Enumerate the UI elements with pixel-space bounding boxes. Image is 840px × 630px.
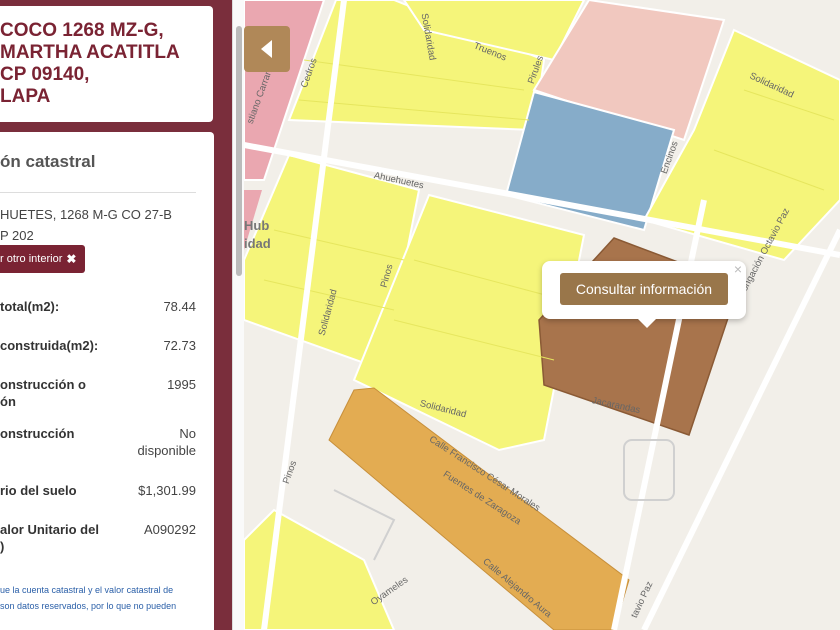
row-value: 1995 bbox=[167, 377, 196, 392]
info-address-line: HUETES, 1268 M-G CO 27-B bbox=[0, 207, 172, 222]
info-address: HUETES, 1268 M-G CO 27-B P 202 bbox=[0, 204, 172, 246]
close-icon: ✖ bbox=[66, 252, 77, 266]
row-label: rio del suelo bbox=[0, 483, 77, 498]
address-title: COCO 1268 MZ-G, MARTHA ACATITLA CP 09140… bbox=[0, 20, 213, 108]
address-line: CP 09140, bbox=[0, 64, 90, 85]
privacy-footnote: ue la cuenta catastral y el valor catast… bbox=[0, 585, 177, 611]
chevron-left-icon bbox=[261, 40, 272, 58]
cadastral-info-card: ón catastral HUETES, 1268 M-G CO 27-B P … bbox=[0, 132, 214, 630]
address-card: COCO 1268 MZ-G, MARTHA ACATITLA CP 09140… bbox=[0, 6, 213, 122]
row-label: alor Unitario del) bbox=[0, 522, 99, 554]
row-label: onstrucción o ón bbox=[0, 377, 86, 409]
row-label: onstrucción bbox=[0, 426, 75, 441]
row-label: total(m2): bbox=[0, 299, 60, 314]
parcel-popup: × Consultar información bbox=[542, 261, 746, 328]
collapse-panel-button[interactable] bbox=[244, 26, 290, 72]
address-line: MARTHA ACATITLA bbox=[0, 42, 180, 63]
map-canvas[interactable] bbox=[244, 0, 840, 630]
scrollbar-thumb[interactable] bbox=[236, 26, 242, 276]
map-view[interactable]: Truenos Solidaridad Solidaridad Cedros P… bbox=[244, 0, 840, 630]
row-value: No disponible bbox=[137, 426, 196, 458]
street-label: idad bbox=[244, 236, 271, 251]
consult-info-button[interactable]: Consultar información bbox=[560, 273, 728, 305]
change-interior-button[interactable]: r otro interior ✖ bbox=[0, 245, 85, 273]
divider bbox=[0, 192, 196, 193]
change-interior-label: r otro interior bbox=[0, 253, 63, 265]
row-value: $1,301.99 bbox=[138, 483, 196, 498]
row-value: 78.44 bbox=[163, 299, 196, 314]
row-label: construida(m2): bbox=[0, 338, 99, 353]
row-value: 72.73 bbox=[163, 338, 196, 353]
street-label: Hub bbox=[244, 218, 270, 233]
row-value: A090292 bbox=[143, 522, 196, 537]
address-line: LAPA bbox=[0, 86, 51, 107]
side-panel: COCO 1268 MZ-G, MARTHA ACATITLA CP 09140… bbox=[0, 0, 232, 630]
address-line: COCO 1268 MZ-G, bbox=[0, 20, 164, 41]
info-title: ón catastral bbox=[0, 152, 96, 171]
info-address-line: P 202 bbox=[0, 228, 34, 243]
close-icon[interactable]: × bbox=[734, 261, 742, 277]
